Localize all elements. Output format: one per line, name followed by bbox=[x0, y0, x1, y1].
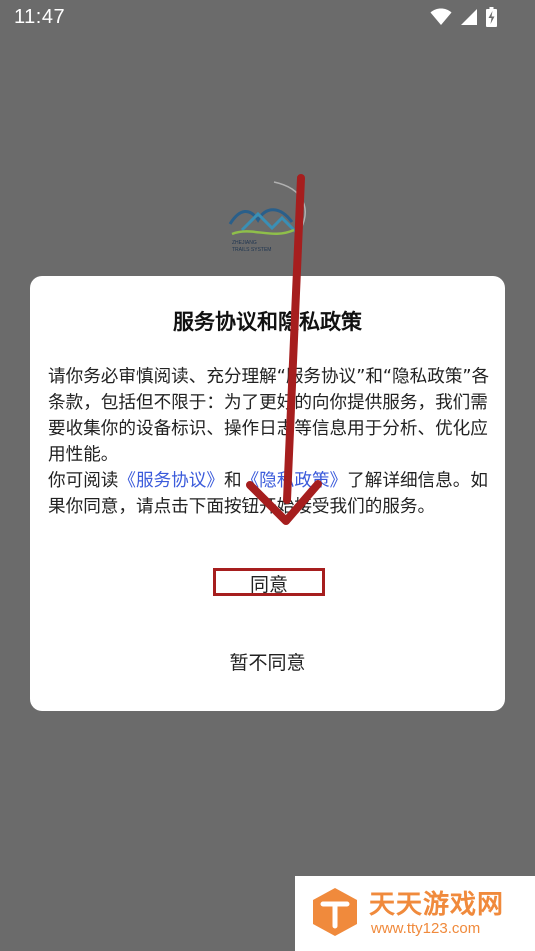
logo-text-line2: TRAILS SYSTEM bbox=[232, 247, 272, 253]
app-logo: ZHEJIANG TRAILS SYSTEM bbox=[222, 178, 316, 262]
watermark-url: www.tty123.com bbox=[371, 920, 481, 937]
cellular-signal-icon bbox=[460, 8, 478, 26]
watermark: 天天游戏网 www.tty123.com bbox=[295, 876, 535, 951]
dialog-paragraph-2: 你可阅读《服务协议》和《隐私政策》了解详细信息。如果你同意，请点击下面按钮开始接… bbox=[48, 468, 494, 520]
paragraph-2-prefix: 你可阅读 bbox=[48, 471, 119, 491]
watermark-title: 天天游戏网 bbox=[369, 890, 505, 920]
decline-button[interactable]: 暂不同意 bbox=[30, 648, 505, 678]
dialog-paragraph-1: 请你务必审慎阅读、充分理解“服务协议”和“隐私政策”各条款，包括但不限于：为了更… bbox=[48, 367, 490, 465]
service-agreement-link[interactable]: 《服务协议》 bbox=[118, 471, 224, 491]
privacy-policy-link[interactable]: 《隐私政策》 bbox=[242, 471, 348, 491]
battery-charging-icon bbox=[486, 7, 497, 27]
status-time: 11:47 bbox=[14, 6, 66, 28]
status-bar: 11:47 bbox=[0, 0, 535, 36]
agree-button[interactable]: 同意 bbox=[213, 568, 325, 596]
dialog-title: 服务协议和隐私政策 bbox=[173, 310, 362, 334]
status-icons bbox=[430, 7, 497, 27]
paragraph-2-and: 和 bbox=[223, 471, 242, 491]
privacy-dialog: 服务协议和隐私政策 请你务必审慎阅读、充分理解“服务协议”和“隐私政策”各条款，… bbox=[30, 276, 505, 711]
dialog-body: 请你务必审慎阅读、充分理解“服务协议”和“隐私政策”各条款，包括但不限于：为了更… bbox=[48, 364, 494, 520]
logo-text-line1: ZHEJIANG bbox=[232, 240, 257, 246]
wifi-icon bbox=[430, 8, 452, 26]
watermark-logo-icon bbox=[311, 886, 359, 942]
